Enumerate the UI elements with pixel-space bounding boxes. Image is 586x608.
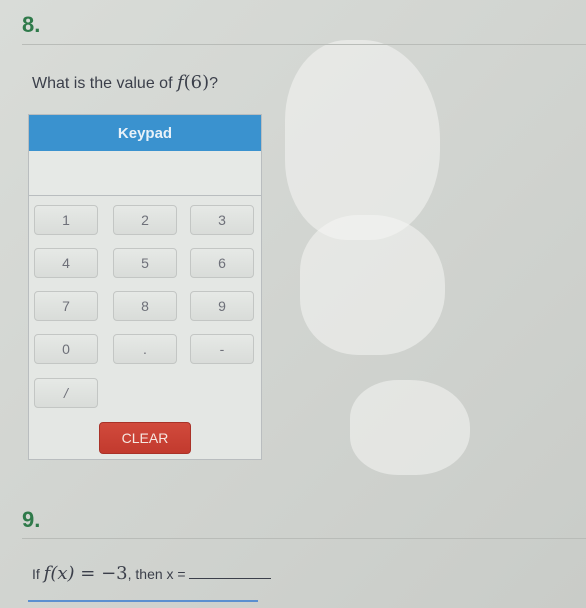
key-0[interactable]: 0 — [34, 334, 98, 364]
reflection — [285, 40, 440, 240]
question-8-number: 8. — [22, 12, 41, 37]
key-8[interactable]: 8 — [113, 291, 177, 321]
reflection — [350, 380, 470, 475]
key-decimal[interactable]: . — [113, 334, 177, 364]
keypad: Keypad 1 2 3 4 5 6 7 8 9 0 . - / CLEAR — [28, 114, 262, 460]
prompt-suffix: ? — [209, 75, 219, 92]
prompt-if: If — [32, 566, 44, 582]
answer-underline — [28, 600, 258, 602]
key-3[interactable]: 3 — [190, 205, 254, 235]
clear-button[interactable]: CLEAR — [99, 422, 191, 454]
function-x: (x) — [50, 563, 75, 584]
key-negative[interactable]: - — [190, 334, 254, 364]
key-6[interactable]: 6 — [190, 248, 254, 278]
prompt-text: What is the value of — [32, 75, 177, 92]
answer-blank[interactable] — [189, 564, 272, 579]
keypad-title: Keypad — [29, 115, 261, 151]
key-4[interactable]: 4 — [34, 248, 98, 278]
question-9-prompt: If f(x) = −3, then x = — [32, 563, 272, 584]
key-1[interactable]: 1 — [34, 205, 98, 235]
function-arg: (6) — [183, 72, 210, 93]
question-8-divider — [22, 44, 586, 45]
question-9-divider — [22, 538, 586, 539]
answer-input[interactable] — [29, 151, 261, 196]
question-8-prompt: What is the value of f(6)? — [32, 72, 218, 93]
equals-value: = −3 — [74, 563, 128, 584]
function-f: f — [176, 72, 184, 93]
key-9[interactable]: 9 — [190, 291, 254, 321]
question-9-number: 9. — [22, 507, 41, 532]
key-2[interactable]: 2 — [113, 205, 177, 235]
prompt-rest: , then x = — [127, 566, 190, 582]
key-fraction[interactable]: / — [34, 378, 98, 408]
key-7[interactable]: 7 — [34, 291, 98, 321]
reflection — [300, 215, 445, 355]
key-5[interactable]: 5 — [113, 248, 177, 278]
